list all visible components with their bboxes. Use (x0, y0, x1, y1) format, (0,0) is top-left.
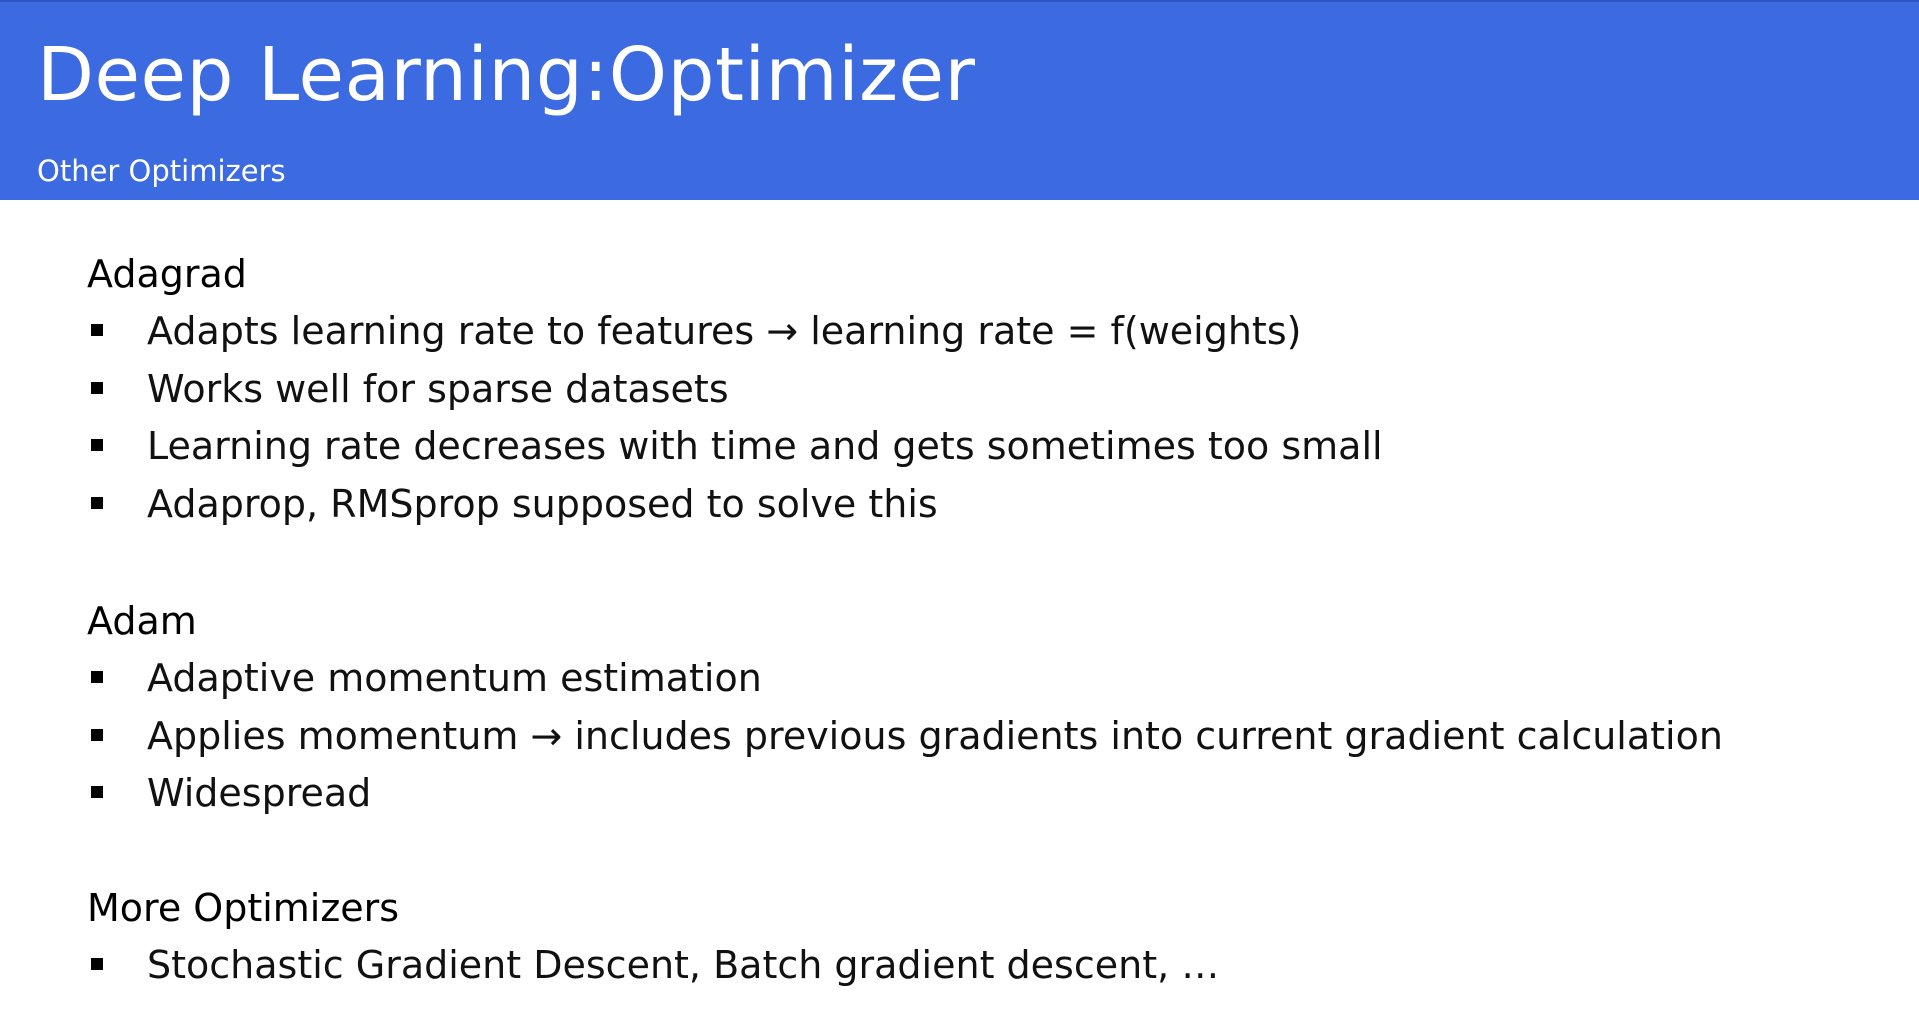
slide: Deep Learning:Optimizer Other Optimizers… (0, 0, 1919, 1017)
square-bullet-icon (91, 439, 103, 451)
section-heading-adagrad: Adagrad (87, 252, 247, 296)
bullet-text: Adaprop, RMSprop supposed to solve this (147, 481, 938, 526)
section-heading-adam: Adam (87, 599, 197, 643)
bullet-text: Adaptive momentum estimation (147, 656, 762, 700)
bullet-text: Applies momentum → includes previous gra… (147, 713, 1723, 758)
square-bullet-icon (91, 786, 103, 798)
bullet-text: Adapts learning rate to features → learn… (147, 309, 1302, 353)
bullet-text: Learning rate decreases with time and ge… (147, 424, 1383, 468)
square-bullet-icon (91, 324, 103, 336)
square-bullet-icon (91, 728, 103, 741)
bullet-text: Stochastic Gradient Descent, Batch gradi… (147, 943, 1220, 987)
slide-content: Adagrad Adapts learning rate to features… (0, 200, 1919, 1017)
bullet-text: Works well for sparse datasets (147, 366, 729, 411)
square-bullet-icon (91, 958, 103, 970)
slide-title: Deep Learning:Optimizer (37, 32, 976, 118)
section-heading-more-optimizers: More Optimizers (87, 886, 400, 930)
square-bullet-icon (91, 496, 103, 509)
square-bullet-icon (91, 671, 103, 683)
bullet-text: Widespread (147, 771, 372, 815)
square-bullet-icon (91, 381, 103, 394)
slide-subtitle: Other Optimizers (37, 154, 286, 188)
slide-header: Deep Learning:Optimizer Other Optimizers (0, 0, 1919, 200)
